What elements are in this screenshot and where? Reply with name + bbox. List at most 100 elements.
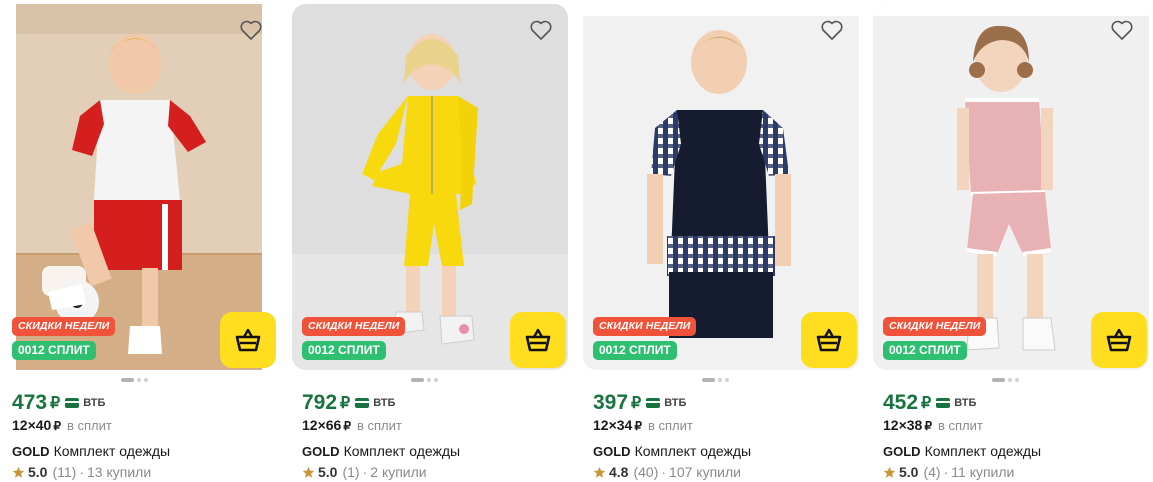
separator: · [943, 464, 949, 480]
rating-row: 5.0 (11) · 13 купили [12, 463, 151, 481]
rating-row: 5.0 (4) · 11 купили [883, 463, 1014, 481]
bank-card-icon [65, 398, 80, 408]
sale-badge: СКИДКИ НЕДЕЛИ [883, 317, 987, 336]
split-currency: ₽ [634, 419, 642, 433]
shopping-basket-icon [235, 328, 261, 352]
bank-name: ВТБ [954, 397, 977, 409]
pagination-dot[interactable] [121, 378, 134, 382]
currency: ₽ [631, 395, 642, 412]
split-badge: 0012 СПЛИТ [593, 341, 677, 360]
favorite-button[interactable] [526, 16, 556, 44]
price: 792 [302, 391, 338, 414]
split-label: в сплит [356, 418, 402, 433]
add-to-cart-button[interactable] [801, 312, 857, 368]
split-row: 12×40 ₽ в сплит [12, 417, 112, 437]
rating-value: 4.8 [609, 464, 629, 480]
pagination-dot[interactable] [992, 378, 1005, 382]
shopping-basket-icon [525, 328, 551, 352]
product-grid: СКИДКИ НЕДЕЛИ 0012 СПЛИТ 473 ₽ ВТБ 12×40… [0, 0, 1153, 482]
bought-count: 13 купили [87, 464, 152, 480]
price-row: 792 ₽ ВТБ [302, 390, 395, 416]
product-card[interactable]: СКИДКИ НЕДЕЛИ 0012 СПЛИТ 473 ₽ ВТБ 12×40… [2, 4, 278, 481]
split-currency: ₽ [53, 419, 61, 433]
bought-count: 2 купили [370, 464, 427, 480]
favorite-button[interactable] [817, 16, 847, 44]
image-pagination[interactable] [121, 378, 148, 382]
price: 452 [883, 391, 919, 414]
bank-card-icon [936, 398, 951, 408]
heart-outline-icon [1111, 20, 1133, 40]
add-to-cart-button[interactable] [220, 312, 276, 368]
product-name: Комплект одежды [924, 443, 1042, 459]
pagination-dot[interactable] [718, 378, 722, 382]
shopping-basket-icon [1106, 328, 1132, 352]
split-row: 12×66 ₽ в сплит [302, 417, 402, 437]
product-card[interactable]: СКИДКИ НЕДЕЛИ 0012 СПЛИТ 792 ₽ ВТБ 12×66… [292, 4, 568, 481]
product-title[interactable]: GOLD Комплект одежды [12, 443, 170, 461]
product-title[interactable]: GOLD Комплект одежды [593, 443, 751, 461]
brand-name: GOLD [302, 444, 340, 459]
sale-badge: СКИДКИ НЕДЕЛИ [302, 317, 406, 336]
product-photo[interactable]: СКИДКИ НЕДЕЛИ 0012 СПЛИТ [2, 4, 278, 370]
price-row: 397 ₽ ВТБ [593, 390, 686, 416]
pagination-dot[interactable] [144, 378, 148, 382]
split-badge: 0012 СПЛИТ [12, 341, 96, 360]
rating-row: 5.0 (1) · 2 купили [302, 463, 427, 481]
review-count: (1) [342, 464, 360, 480]
sale-badge: СКИДКИ НЕДЕЛИ [593, 317, 697, 336]
split-row: 12×38 ₽ в сплит [883, 417, 983, 437]
favorite-button[interactable] [1107, 16, 1137, 44]
bought-count: 107 купили [669, 464, 741, 480]
separator: · [79, 464, 84, 480]
pagination-dot[interactable] [702, 378, 715, 382]
split-amount: 12×38 [883, 417, 923, 433]
pagination-dot[interactable] [427, 378, 431, 382]
favorite-button[interactable] [236, 16, 266, 44]
star-icon [302, 466, 315, 478]
rating-value: 5.0 [28, 464, 48, 480]
price: 397 [593, 391, 629, 414]
product-photo[interactable]: СКИДКИ НЕДЕЛИ 0012 СПЛИТ [292, 4, 568, 370]
product-title[interactable]: GOLD Комплект одежды [883, 443, 1041, 461]
bought-count: 11 купили [951, 464, 1015, 480]
review-count: (40) [633, 464, 659, 480]
product-photo[interactable]: СКИДКИ НЕДЕЛИ 0012 СПЛИТ [873, 4, 1149, 370]
product-title[interactable]: GOLD Комплект одежды [302, 443, 460, 461]
star-icon [12, 466, 25, 478]
product-card[interactable]: СКИДКИ НЕДЕЛИ 0012 СПЛИТ 397 ₽ ВТБ 12×34… [583, 4, 859, 480]
currency: ₽ [921, 395, 932, 412]
sale-badge: СКИДКИ НЕДЕЛИ [12, 317, 116, 336]
add-to-cart-button[interactable] [510, 312, 566, 368]
price-row: 473 ₽ ВТБ [12, 390, 105, 416]
pagination-dot[interactable] [1015, 378, 1019, 382]
product-name: Комплект одежды [343, 443, 461, 459]
split-label: в сплит [937, 418, 983, 433]
heart-outline-icon [821, 20, 843, 40]
pagination-dot[interactable] [1008, 378, 1012, 382]
brand-name: GOLD [883, 444, 921, 459]
split-label: в сплит [647, 418, 693, 433]
add-to-cart-button[interactable] [1091, 312, 1147, 368]
image-pagination[interactable] [702, 378, 729, 382]
pagination-dot[interactable] [725, 378, 729, 382]
split-row: 12×34 ₽ в сплит [593, 417, 693, 437]
currency: ₽ [50, 395, 61, 412]
split-amount: 12×34 [593, 417, 633, 433]
separator: · [362, 464, 368, 480]
bank-name: ВТБ [664, 397, 687, 409]
bank-name: ВТБ [373, 397, 396, 409]
rating-value: 5.0 [318, 464, 338, 480]
shopping-basket-icon [816, 328, 842, 352]
bank-card-icon [646, 398, 661, 408]
product-card[interactable]: СКИДКИ НЕДЕЛИ 0012 СПЛИТ 452 ₽ ВТБ 12×38… [873, 4, 1149, 481]
pagination-dot[interactable] [434, 378, 438, 382]
pagination-dot[interactable] [411, 378, 424, 382]
product-photo[interactable]: СКИДКИ НЕДЕЛИ 0012 СПЛИТ [583, 4, 859, 370]
image-pagination[interactable] [411, 378, 438, 382]
review-count: (4) [923, 464, 941, 480]
pagination-dot[interactable] [137, 378, 141, 382]
star-icon [593, 466, 606, 478]
split-badge: 0012 СПЛИТ [883, 341, 967, 360]
image-pagination[interactable] [992, 378, 1019, 382]
bank-name: ВТБ [83, 397, 106, 409]
